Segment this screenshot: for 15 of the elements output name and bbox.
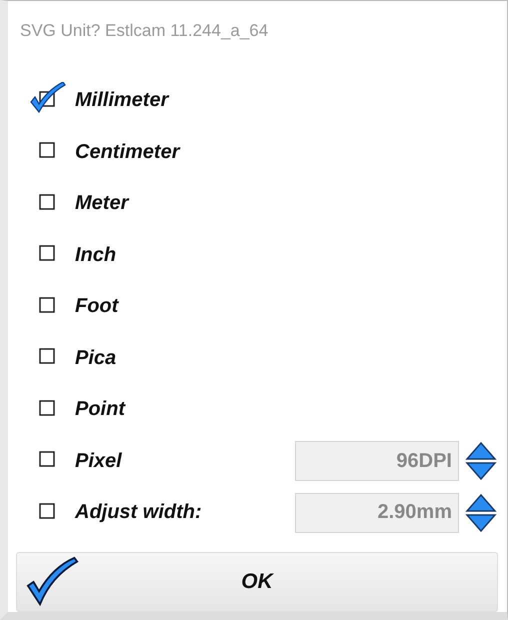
window-title: SVG Unit? Estlcam 11.244_a_64 (19, 20, 270, 42)
spinner-arrows-icon[interactable] (465, 441, 497, 482)
check-mark-icon (25, 556, 81, 608)
ok-button[interactable]: OK (16, 552, 498, 612)
checkbox-label[interactable]: Centimeter (75, 140, 180, 164)
checkbox-label[interactable]: Adjust width: (75, 501, 202, 524)
checkbox-label[interactable]: Point (75, 398, 125, 422)
checkbox-label[interactable]: Meter (75, 192, 128, 216)
checkbox-label[interactable]: Foot (75, 295, 118, 318)
checkbox-label[interactable]: Pica (75, 346, 116, 370)
checkbox-label[interactable]: Inch (75, 244, 116, 267)
spinner-arrows-icon[interactable] (465, 492, 497, 533)
checkbox-label[interactable]: Pixel (75, 450, 122, 473)
checkbox[interactable] (30, 82, 66, 114)
checkbox-label[interactable]: Millimeter (75, 89, 168, 112)
